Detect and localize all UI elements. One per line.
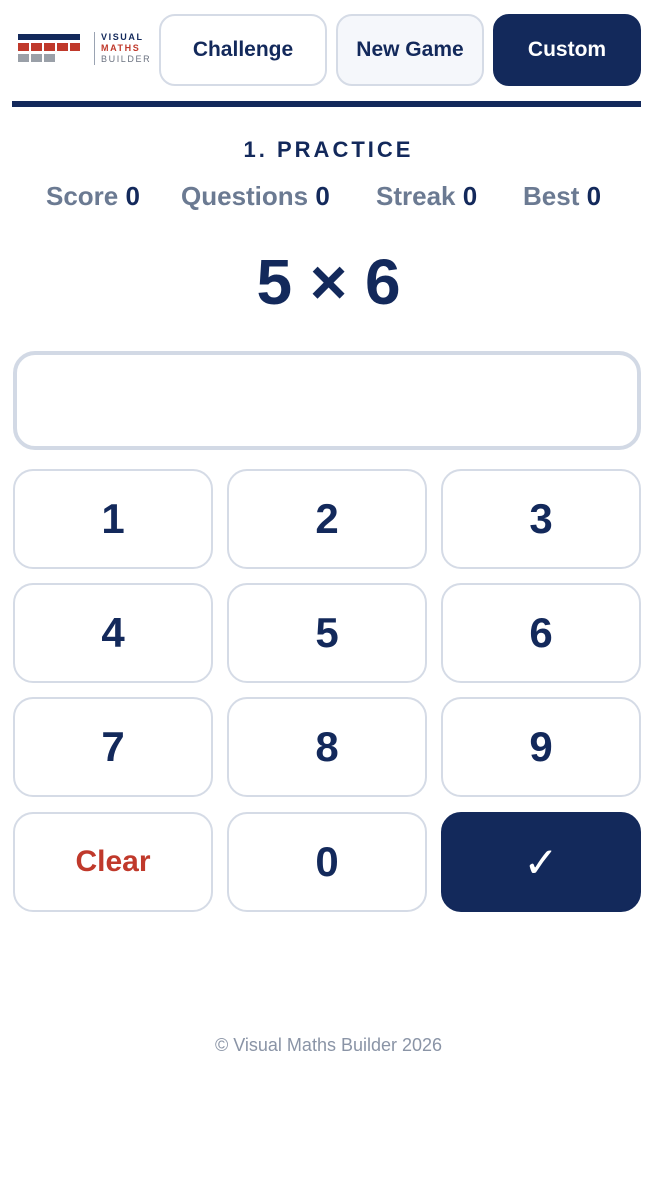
logo-text: VISUAL MATHS BUILDER [94,32,151,65]
header: VISUAL MATHS BUILDER Challenge New Game … [0,0,657,110]
stat-best: Best 0 [523,181,601,212]
key-1[interactable]: 1 [13,469,213,569]
key-2[interactable]: 2 [227,469,427,569]
footer-copyright: © Visual Maths Builder 2026 [214,1035,443,1055]
stat-questions-label: Questions [181,181,309,211]
key-7[interactable]: 7 [13,697,213,797]
logo-bars-icon [18,34,80,62]
header-divider [12,101,641,107]
key-3[interactable]: 3 [441,469,641,569]
key-6[interactable]: 6 [441,583,641,683]
stats-bar: Score 0 Questions 0 Streak 0 Best 0 [0,181,657,215]
stat-score-value: 0 [125,181,140,211]
answer-input[interactable] [13,351,641,450]
checkmark-icon: ✓ [523,838,559,886]
logo-line-builder: BUILDER [101,54,152,64]
key-4[interactable]: 4 [13,583,213,683]
key-5[interactable]: 5 [227,583,427,683]
stat-streak: Streak 0 [376,181,477,212]
stat-questions: Questions 0 [181,181,330,212]
custom-button[interactable]: Custom [493,14,641,86]
question-text: 5 × 6 [256,246,401,318]
key-8[interactable]: 8 [227,697,427,797]
logo-line-visual: VISUAL [101,32,144,42]
key-0[interactable]: 0 [227,812,427,912]
stat-streak-value: 0 [462,181,478,211]
clear-button[interactable]: Clear [13,812,213,912]
logo[interactable]: VISUAL MATHS BUILDER [14,26,154,76]
stat-score: Score 0 [46,181,140,212]
stat-best-label: Best [523,181,580,211]
stat-questions-value: 0 [315,181,330,211]
submit-button[interactable]: ✓ [441,812,641,912]
mode-title: 1. PRACTICE [243,137,414,162]
stat-score-label: Score [46,181,119,211]
new-game-button[interactable]: New Game [336,14,484,86]
stat-streak-label: Streak [376,181,456,211]
stat-best-value: 0 [586,181,602,211]
challenge-button[interactable]: Challenge [159,14,327,86]
logo-line-maths: MATHS [101,43,141,53]
key-9[interactable]: 9 [441,697,641,797]
